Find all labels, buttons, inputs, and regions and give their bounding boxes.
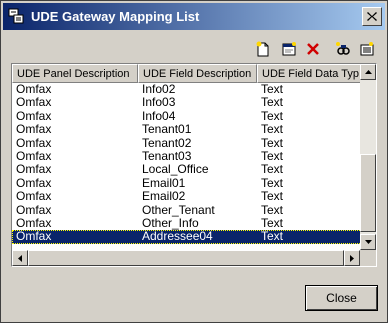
table-cell: Text: [261, 96, 284, 110]
table-cell: Text: [261, 190, 284, 204]
table-cell: Omfax: [16, 190, 52, 204]
column-header-field-data-type[interactable]: UDE Field Data Typ: [257, 64, 364, 83]
arrow-left-icon: [18, 254, 22, 262]
title-close-button[interactable]: [362, 7, 382, 26]
table-cell: Email02: [142, 190, 186, 204]
grid-rows: Omfax Info02 Text Omfax Info03 Text Omfax Info0…: [12, 83, 364, 244]
table-row[interactable]: Omfax Other_Tenant Text: [12, 204, 364, 217]
table-cell: Text: [261, 176, 284, 190]
table-cell: Other_Tenant: [142, 203, 215, 217]
table-cell: Email01: [142, 176, 186, 190]
table-row[interactable]: Omfax Info03 Text: [12, 96, 364, 109]
table-cell: Other_Info: [142, 216, 199, 230]
vertical-scrollbar[interactable]: [360, 64, 376, 250]
table-row[interactable]: Omfax Tenant01 Text: [12, 123, 364, 136]
arrow-down-icon: [364, 240, 372, 244]
find-icon: [336, 42, 350, 55]
table-cell: Text: [261, 83, 284, 96]
mapping-list-icon: [8, 8, 24, 24]
table-cell: Text: [261, 123, 284, 137]
scroll-right-button[interactable]: [344, 250, 360, 266]
close-button-label: Close: [326, 291, 357, 305]
table-cell: Tenant02: [142, 136, 192, 150]
mapping-list-grid[interactable]: UDE Panel Description UDE Field Descript…: [11, 63, 377, 267]
table-cell: Local_Office: [142, 163, 209, 177]
table-row[interactable]: Omfax Info02 Text: [12, 83, 364, 96]
table-cell: Text: [261, 136, 284, 150]
table-cell: Tenant01: [142, 123, 192, 137]
table-cell: Text: [261, 216, 284, 230]
table-row[interactable]: Omfax Info04 Text: [12, 110, 364, 123]
table-cell: Text: [261, 149, 284, 163]
title-bar[interactable]: UDE Gateway Mapping List: [3, 3, 385, 30]
table-row[interactable]: Omfax Other_Info Text: [12, 217, 364, 230]
close-button[interactable]: Close: [305, 285, 378, 311]
table-cell: Info04: [142, 109, 176, 123]
table-cell: Omfax: [16, 83, 52, 96]
table-row[interactable]: Omfax Tenant03 Text: [12, 150, 364, 163]
table-cell: Tenant03: [142, 149, 192, 163]
table-row[interactable]: Omfax Email02 Text: [12, 190, 364, 203]
table-cell: Omfax: [16, 163, 52, 177]
scroll-up-button[interactable]: [360, 64, 376, 80]
table-cell: Addressee04: [142, 230, 213, 244]
table-cell: Omfax: [16, 123, 52, 137]
new-document-icon: [256, 41, 269, 57]
arrow-up-icon: [364, 70, 372, 74]
vertical-scroll-thumb[interactable]: [360, 154, 376, 232]
table-cell: Info03: [142, 96, 176, 110]
list-settings-icon: [360, 42, 374, 56]
table-row[interactable]: Omfax Addressee04 Text: [12, 230, 364, 244]
delete-icon: [307, 43, 319, 55]
table-cell: Text: [261, 163, 284, 177]
table-row[interactable]: Omfax Local_Office Text: [12, 163, 364, 176]
table-row[interactable]: Omfax Tenant02 Text: [12, 137, 364, 150]
table-row[interactable]: Omfax Email01 Text: [12, 177, 364, 190]
horizontal-scroll-thumb[interactable]: [28, 250, 344, 266]
arrow-right-icon: [350, 254, 354, 262]
column-header-panel-description[interactable]: UDE Panel Description: [12, 64, 138, 83]
delete-button[interactable]: [303, 39, 323, 59]
table-cell: Omfax: [16, 230, 52, 244]
table-cell: Omfax: [16, 136, 52, 150]
scrollbar-corner: [360, 250, 376, 266]
close-icon: [367, 12, 377, 21]
edit-button[interactable]: [279, 39, 299, 59]
table-cell: Text: [261, 109, 284, 123]
new-button[interactable]: [253, 39, 273, 59]
horizontal-scrollbar[interactable]: [12, 250, 360, 266]
table-cell: Omfax: [16, 149, 52, 163]
find-button[interactable]: [333, 39, 353, 59]
table-cell: Omfax: [16, 203, 52, 217]
table-cell: Omfax: [16, 216, 52, 230]
list-settings-button[interactable]: [357, 39, 377, 59]
table-cell: Text: [261, 230, 284, 244]
table-cell: Omfax: [16, 96, 52, 110]
scroll-left-button[interactable]: [12, 250, 28, 266]
table-cell: Omfax: [16, 176, 52, 190]
edit-properties-icon: [282, 42, 296, 56]
table-cell: Omfax: [16, 109, 52, 123]
scroll-down-button[interactable]: [360, 234, 376, 250]
grid-header: UDE Panel Description UDE Field Descript…: [12, 64, 364, 83]
table-cell: Text: [261, 203, 284, 217]
window-title: UDE Gateway Mapping List: [31, 9, 200, 24]
column-header-field-description[interactable]: UDE Field Description: [138, 64, 257, 83]
table-cell: Info02: [142, 83, 176, 96]
dialog-window: UDE Gateway Mapping List UDE Panel Descr…: [0, 0, 388, 323]
